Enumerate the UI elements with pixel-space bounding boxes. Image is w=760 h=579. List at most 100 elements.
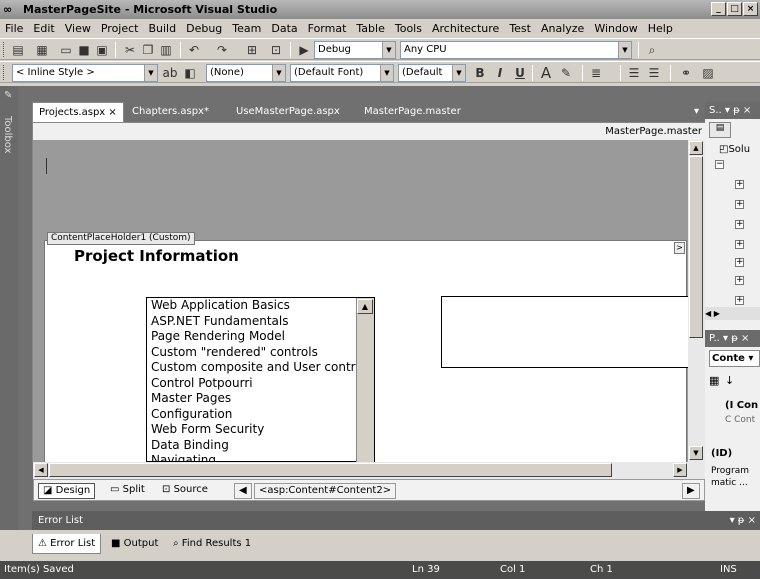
solution-toolbar-icon[interactable]: ▤ — [709, 122, 731, 138]
copy-icon[interactable]: ❐ — [140, 42, 156, 58]
close-icon[interactable]: × — [108, 107, 116, 118]
menu-data[interactable]: Data — [266, 22, 302, 35]
tab-output[interactable]: ■ Output — [106, 534, 163, 554]
error-list-panel-header[interactable]: Error List ▾ ᵽ × — [32, 511, 760, 530]
paste-icon[interactable]: ▥ — [158, 42, 174, 58]
font-size-select[interactable]: (Default ▼ — [398, 64, 466, 82]
list-item[interactable]: Web Form Security — [147, 422, 374, 438]
target-rule-select[interactable]: < Inline Style > ▼ — [12, 64, 158, 82]
list-item[interactable]: Web Application Basics — [147, 298, 374, 314]
solution-platform-select[interactable]: Any CPU ▼ — [400, 41, 632, 59]
menu-view[interactable]: View — [60, 22, 96, 35]
save-all-icon[interactable]: ▣ — [94, 42, 110, 58]
vertical-scroll-thumb[interactable] — [689, 156, 703, 338]
list-item[interactable]: Navigating — [147, 453, 374, 461]
navigate-forward-icon[interactable]: ⊡ — [268, 42, 284, 58]
list-item[interactable]: Master Pages — [147, 391, 374, 407]
smart-tag-button[interactable]: > — [674, 242, 685, 254]
split-view-button[interactable]: ▭ Split — [106, 483, 149, 499]
block-format-select[interactable]: (None) ▼ — [206, 64, 286, 82]
list-item[interactable]: Data Binding — [147, 438, 374, 454]
tab-projects-aspx[interactable]: Projects.aspx × — [32, 102, 124, 122]
list-item[interactable]: Page Rendering Model — [147, 329, 374, 345]
menu-table[interactable]: Table — [351, 22, 389, 35]
solution-config-select[interactable]: Debug ▼ — [314, 41, 396, 59]
cut-icon[interactable]: ✂ — [122, 42, 138, 58]
solution-explorer-header[interactable]: S.. ▾ ᵽ × — [705, 102, 760, 119]
menu-build[interactable]: Build — [143, 22, 181, 35]
alphabetical-icon[interactable]: ↓ — [725, 374, 734, 387]
close-button[interactable]: × — [743, 2, 758, 16]
save-icon[interactable]: ■ — [76, 42, 92, 58]
menu-project[interactable]: Project — [96, 22, 144, 35]
numbered-list-icon[interactable]: ☰ — [626, 65, 642, 81]
add-item-icon[interactable]: ▦ — [34, 42, 50, 58]
underline-button[interactable]: U — [512, 65, 528, 81]
tag-nav-left-icon[interactable]: ◀ — [234, 483, 252, 499]
chapters-listbox[interactable]: Web Application Basics ASP.NET Fundament… — [146, 297, 375, 462]
new-project-icon[interactable]: ▤ — [10, 42, 26, 58]
open-file-icon[interactable]: ▭ — [58, 42, 74, 58]
menu-help[interactable]: Help — [643, 22, 678, 35]
expand-node-icon[interactable]: + — [735, 180, 744, 189]
menu-analyze[interactable]: Analyze — [536, 22, 589, 35]
list-item[interactable]: ASP.NET Fundamentals — [147, 314, 374, 330]
scroll-up-icon[interactable]: ▲ — [689, 141, 703, 155]
hyperlink-icon[interactable]: ⚭ — [678, 65, 694, 81]
styles-icon[interactable]: ◧ — [182, 65, 198, 81]
find-icon[interactable]: ⌕ — [644, 42, 660, 58]
list-item[interactable]: Control Potpourri — [147, 376, 374, 392]
horizontal-scroll-thumb[interactable] — [49, 463, 612, 477]
highlight-icon[interactable]: ✎ — [558, 65, 574, 81]
bulleted-list-icon[interactable]: ☰ — [646, 65, 662, 81]
undo-icon[interactable]: ↶ — [186, 42, 202, 58]
menu-format[interactable]: Format — [303, 22, 352, 35]
description-textbox[interactable] — [441, 296, 689, 368]
tab-error-list[interactable]: ⚠ Error List — [32, 534, 102, 554]
properties-header[interactable]: P.. ▾ ᵽ × — [705, 330, 760, 347]
tab-chapters-aspx[interactable]: Chapters.aspx* — [126, 102, 215, 122]
align-icon[interactable]: ≣ — [588, 65, 604, 81]
apply-style-icon[interactable]: ab — [162, 65, 178, 81]
tab-usemasterpage-aspx[interactable]: UseMasterPage.aspx — [230, 102, 346, 122]
scroll-left-icon[interactable]: ◀ — [34, 463, 48, 477]
start-debug-icon[interactable]: ▶ — [296, 42, 312, 58]
expand-node-icon[interactable]: + — [735, 258, 744, 267]
tag-navigator[interactable]: <asp:Content#Content2> — [254, 483, 397, 499]
menu-debug[interactable]: Debug — [181, 22, 227, 35]
collapse-node-icon[interactable]: − — [715, 160, 724, 169]
font-color-icon[interactable]: A — [538, 65, 554, 81]
navigate-icon[interactable]: ⊞ — [244, 42, 260, 58]
maximize-button[interactable]: □ — [727, 2, 742, 16]
redo-icon[interactable]: ↷ — [214, 42, 230, 58]
minimize-button[interactable]: _ — [711, 2, 726, 16]
list-item[interactable]: Custom "rendered" controls — [147, 345, 374, 361]
italic-button[interactable]: I — [492, 65, 508, 81]
expand-node-icon[interactable]: + — [735, 296, 744, 305]
toolbox-strip[interactable]: ✎ Toolbox — [0, 86, 18, 530]
expand-node-icon[interactable]: + — [735, 220, 744, 229]
menu-edit[interactable]: Edit — [28, 22, 59, 35]
scroll-right-icon[interactable]: ▶ — [673, 463, 687, 477]
properties-object-select[interactable]: Conte ▾ — [709, 350, 760, 367]
toolbar-grip[interactable] — [3, 65, 6, 80]
menu-file[interactable]: File — [0, 22, 28, 35]
panel-pin-icon[interactable]: ▾ ᵽ × — [730, 511, 756, 530]
expand-node-icon[interactable]: + — [735, 240, 744, 249]
categorized-icon[interactable]: ▦ — [709, 374, 719, 387]
expand-node-icon[interactable]: + — [735, 276, 744, 285]
solution-hscrollbar[interactable]: ◀ ▶ — [705, 307, 760, 320]
expand-node-icon[interactable]: + — [735, 200, 744, 209]
solution-root-item[interactable]: ◰Solu — [719, 144, 750, 155]
tab-masterpage-master[interactable]: MasterPage.master — [358, 102, 467, 122]
tab-dropdown-icon[interactable]: ▾ — [688, 102, 705, 122]
menu-tools[interactable]: Tools — [390, 22, 427, 35]
scroll-up-icon[interactable]: ▲ — [357, 299, 373, 314]
list-item[interactable]: Custom composite and User controls — [147, 360, 374, 376]
tag-nav-right-icon[interactable]: ▶ — [682, 483, 700, 499]
menu-window[interactable]: Window — [589, 22, 642, 35]
menu-architecture[interactable]: Architecture — [427, 22, 504, 35]
tab-find-results[interactable]: ⌕ Find Results 1 — [168, 534, 256, 554]
menu-team[interactable]: Team — [227, 22, 266, 35]
design-view-button[interactable]: ◪ Design — [38, 483, 96, 499]
